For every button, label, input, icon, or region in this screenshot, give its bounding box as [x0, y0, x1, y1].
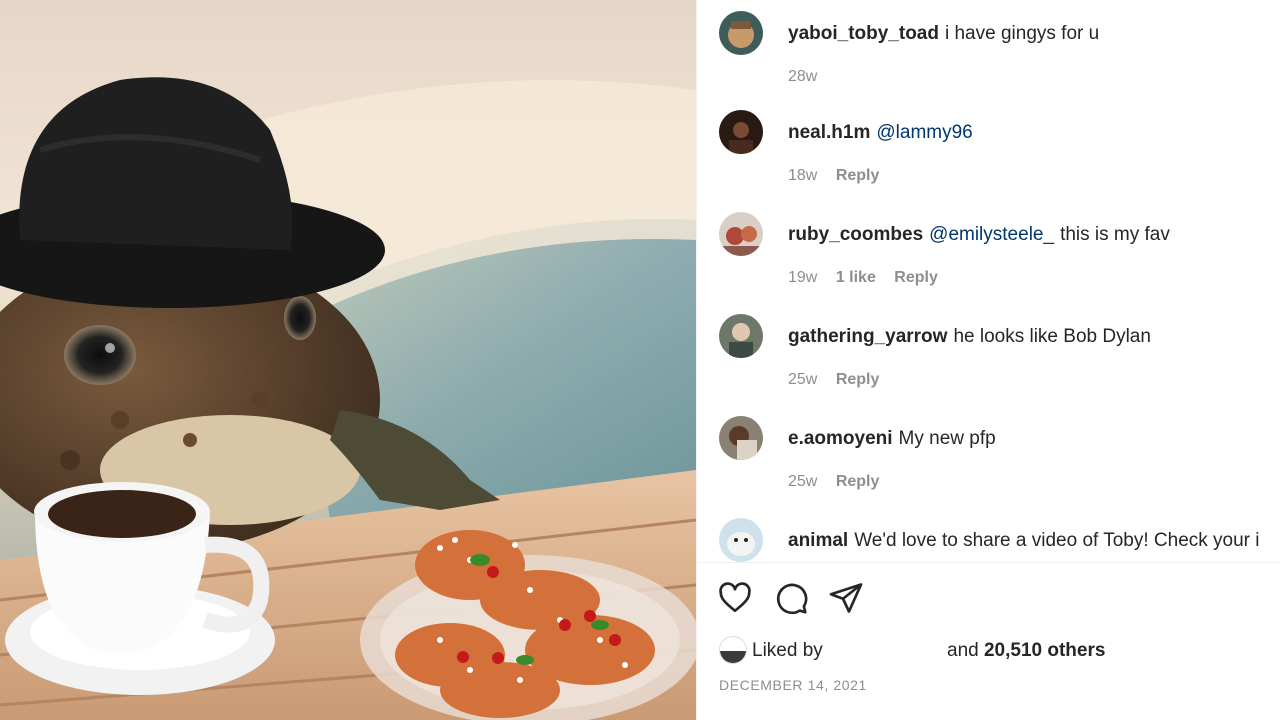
comment-username[interactable]: neal.h1m — [788, 122, 870, 143]
comment-item: e.aomoyeni My new pfp 25w Reply — [719, 416, 1280, 506]
comment-age[interactable]: 25w — [788, 473, 817, 490]
comment-username[interactable]: animal — [788, 530, 848, 551]
share-button[interactable] — [828, 580, 864, 616]
comment-age[interactable]: 28w — [788, 68, 817, 85]
avatar[interactable] — [719, 636, 747, 664]
comment-body: he looks like Bob Dylan — [953, 326, 1151, 347]
likes-summary: Liked by and 20,510 others — [719, 636, 1279, 666]
comment-mention[interactable]: @emilysteele_ — [929, 224, 1054, 245]
avatar[interactable] — [719, 314, 763, 358]
comment-age[interactable]: 25w — [788, 371, 817, 388]
comment-meta: 28w — [788, 68, 831, 86]
paper-plane-icon — [828, 580, 864, 616]
likes-count[interactable]: and 20,510 others — [947, 640, 1105, 662]
avatar[interactable] — [719, 518, 763, 562]
avatar[interactable] — [719, 212, 763, 256]
reply-button[interactable]: Reply — [836, 473, 880, 490]
comment-likes[interactable]: 1 like — [836, 269, 876, 286]
comment-age[interactable]: 19w — [788, 269, 817, 286]
avatar[interactable] — [719, 110, 763, 154]
comment-username[interactable]: e.aomoyeni — [788, 428, 893, 449]
post-photo[interactable] — [0, 0, 696, 720]
comment-text: yaboi_toby_toad i have gingys for u — [788, 23, 1099, 45]
likes-and-label: and — [947, 640, 979, 661]
comment-username[interactable]: yaboi_toby_toad — [788, 23, 939, 44]
comment-button[interactable] — [773, 580, 809, 616]
liked-by-label: Liked by — [752, 640, 823, 661]
likes-others-count[interactable]: 20,510 others — [984, 640, 1105, 661]
comment-text: animal We'd love to share a video of Toby… — [788, 530, 1260, 552]
reply-button[interactable]: Reply — [836, 167, 880, 184]
comments-list[interactable]: yaboi_toby_toad i have gingys for u 28w n… — [697, 0, 1280, 562]
comment-meta: 25w Reply — [788, 473, 893, 491]
comment-text: neal.h1m @lammy96 — [788, 122, 979, 144]
comment-meta: 25w Reply — [788, 371, 893, 389]
comment-meta: 19w 1 like Reply — [788, 269, 952, 287]
comment-text: gathering_yarrow he looks like Bob Dylan — [788, 326, 1151, 348]
heart-icon — [717, 580, 753, 616]
comment-text: ruby_coombes @emilysteele_ this is my fav — [788, 224, 1170, 246]
comment-username[interactable]: gathering_yarrow — [788, 326, 947, 347]
comment-bubble-icon — [773, 580, 809, 616]
comment-item: yaboi_toby_toad i have gingys for u 28w — [719, 11, 1280, 101]
like-button[interactable] — [717, 580, 753, 616]
comment-username[interactable]: ruby_coombes — [788, 224, 923, 245]
comment-item: ruby_coombes @emilysteele_ this is my fav … — [719, 212, 1280, 302]
actions-divider — [697, 562, 1280, 563]
comment-body: i have gingys for u — [944, 23, 1100, 44]
reply-button[interactable]: Reply — [894, 269, 938, 286]
comment-mention[interactable]: @lammy96 — [876, 122, 972, 143]
comment-item: neal.h1m @lammy96 18w Reply — [719, 110, 1280, 200]
comment-item: gathering_yarrow he looks like Bob Dylan … — [719, 314, 1280, 404]
post-date[interactable]: DECEMBER 14, 2021 — [719, 677, 867, 693]
avatar[interactable] — [719, 416, 763, 460]
avatar[interactable] — [719, 11, 763, 55]
reply-button[interactable]: Reply — [836, 371, 880, 388]
comment-age[interactable]: 18w — [788, 167, 817, 184]
comment-item: animal We'd love to share a video of Toby… — [719, 518, 1280, 562]
comment-text: e.aomoyeni My new pfp — [788, 428, 996, 450]
comment-body: We'd love to share a video of Toby! Chec… — [854, 530, 1260, 551]
comment-body: My new pfp — [898, 428, 996, 449]
comment-meta: 18w Reply — [788, 167, 893, 185]
comment-body: this is my fav — [1060, 224, 1170, 245]
